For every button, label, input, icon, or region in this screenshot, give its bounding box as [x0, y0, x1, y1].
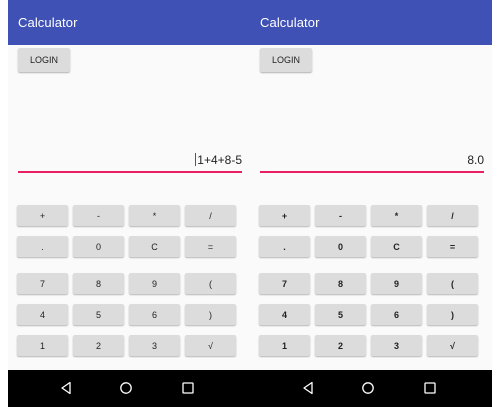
- home-icon[interactable]: [361, 381, 375, 395]
- digit-0-key[interactable]: 0: [315, 236, 366, 257]
- calculator-screen-left: Calculator LOGIN 1+4+8-5 + - * /. 0 C = 7 8 9(4 5 6…: [8, 0, 250, 407]
- digit-3-key[interactable]: 3: [129, 335, 180, 356]
- digit-1-key[interactable]: 1: [259, 335, 310, 356]
- digit-5-key[interactable]: 5: [315, 304, 366, 325]
- digit-4-key[interactable]: 4: [259, 304, 310, 325]
- digit-9-key[interactable]: 9: [129, 273, 180, 294]
- digit-9-key[interactable]: 9: [371, 273, 422, 294]
- plus-key[interactable]: +: [17, 205, 68, 226]
- digit-7-key[interactable]: 7: [259, 273, 310, 294]
- multiply-key[interactable]: *: [129, 205, 180, 226]
- navigation-bar: [8, 370, 250, 407]
- clear-key[interactable]: C: [129, 236, 180, 257]
- digit-2-key[interactable]: 2: [315, 335, 366, 356]
- back-icon[interactable]: [301, 381, 315, 395]
- digit-6-key[interactable]: 6: [371, 304, 422, 325]
- digit-3-key[interactable]: 3: [371, 335, 422, 356]
- close-paren-key[interactable]: ): [185, 304, 236, 325]
- digit-6-key[interactable]: 6: [129, 304, 180, 325]
- open-paren-key[interactable]: (: [427, 273, 478, 294]
- recents-icon[interactable]: [181, 381, 195, 395]
- sqrt-key[interactable]: √: [427, 335, 478, 356]
- divide-key[interactable]: /: [427, 205, 478, 226]
- multiply-key[interactable]: *: [371, 205, 422, 226]
- decimal-key[interactable]: .: [259, 236, 310, 257]
- minus-key[interactable]: -: [73, 205, 124, 226]
- open-paren-key[interactable]: (: [185, 273, 236, 294]
- digit-0-key[interactable]: 0: [73, 236, 124, 257]
- decimal-key[interactable]: .: [17, 236, 68, 257]
- keypad: + - * /. 0 C = 7 8 9(4 5 6) 1 2 3 √: [250, 0, 492, 407]
- navigation-bar: [250, 370, 492, 407]
- recents-icon[interactable]: [423, 381, 437, 395]
- digit-2-key[interactable]: 2: [73, 335, 124, 356]
- home-icon[interactable]: [119, 381, 133, 395]
- digit-8-key[interactable]: 8: [73, 273, 124, 294]
- back-icon[interactable]: [59, 381, 73, 395]
- equals-key[interactable]: =: [185, 236, 236, 257]
- digit-5-key[interactable]: 5: [73, 304, 124, 325]
- sqrt-key[interactable]: √: [185, 335, 236, 356]
- digit-7-key[interactable]: 7: [17, 273, 68, 294]
- minus-key[interactable]: -: [315, 205, 366, 226]
- equals-key[interactable]: =: [427, 236, 478, 257]
- close-paren-key[interactable]: ): [427, 304, 478, 325]
- divide-key[interactable]: /: [185, 205, 236, 226]
- digit-4-key[interactable]: 4: [17, 304, 68, 325]
- keypad: + - * /. 0 C = 7 8 9(4 5 6) 1 2 3 √: [8, 0, 250, 407]
- digit-8-key[interactable]: 8: [315, 273, 366, 294]
- digit-1-key[interactable]: 1: [17, 335, 68, 356]
- calculator-screen-right: Calculator LOGIN 8.0 + - * /. 0 C = 7 8 9(4 5 6) 1 2 3…: [250, 0, 492, 407]
- plus-key[interactable]: +: [259, 205, 310, 226]
- clear-key[interactable]: C: [371, 236, 422, 257]
